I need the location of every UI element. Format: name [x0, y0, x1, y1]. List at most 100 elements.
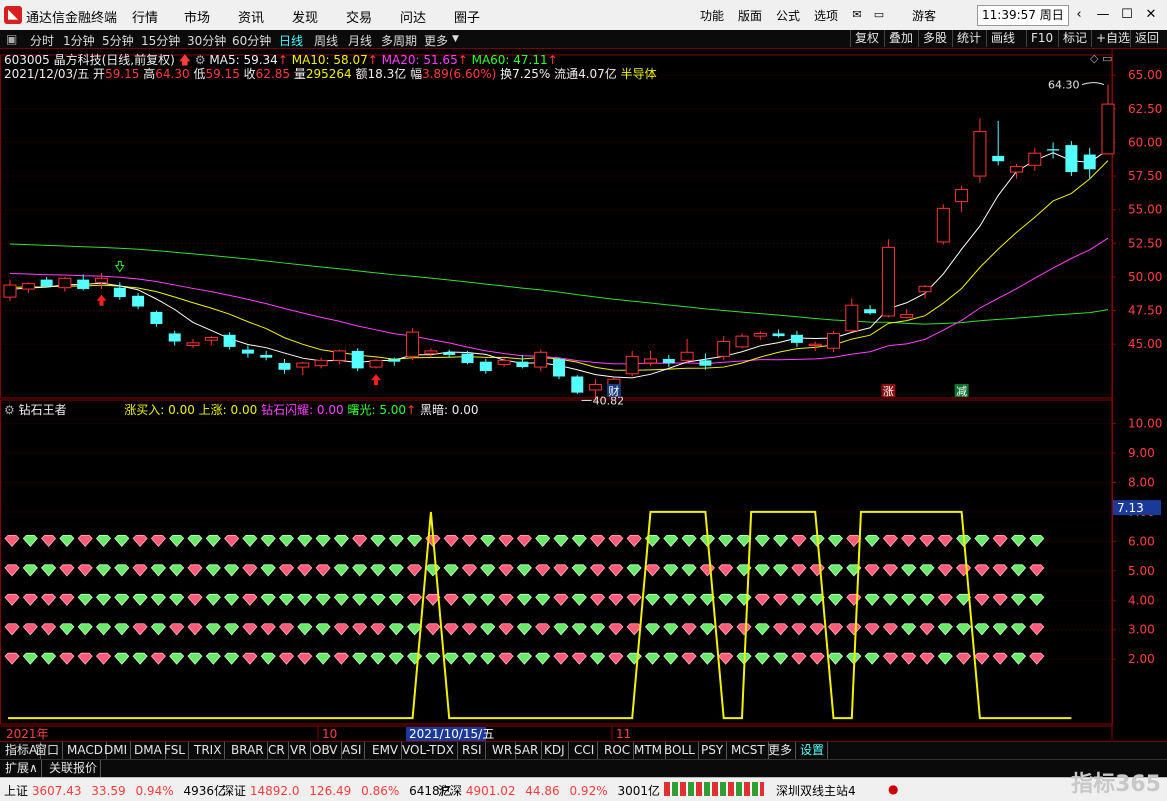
multi-stock-button[interactable]: 多股: [918, 30, 951, 47]
indicator-tab-24[interactable]: 更多: [765, 742, 797, 759]
candle-body-down: [168, 333, 181, 342]
back-button[interactable]: 返回: [1130, 30, 1163, 47]
green-diamond-icon: [315, 534, 331, 547]
tab-weekly[interactable]: 周线: [314, 32, 338, 49]
ind-tick-label: 2.00: [1128, 652, 1155, 666]
tab-60min[interactable]: 60分钟: [232, 32, 271, 49]
expand-button[interactable]: 扩展∧: [2, 760, 42, 777]
tab-fenshi[interactable]: 分时: [30, 32, 54, 49]
indicator-tab-18[interactable]: CCI: [571, 742, 599, 759]
tab-monthly[interactable]: 月线: [348, 32, 372, 49]
ind-tick-label: 3.00: [1128, 623, 1155, 637]
add-watchlist-button[interactable]: +自选: [1091, 30, 1134, 47]
menu-zixun[interactable]: 资讯: [238, 7, 264, 26]
indicator-name[interactable]: 钻石王者: [19, 403, 67, 417]
layout-toggle-icon[interactable]: ▣: [6, 32, 17, 46]
menu-hangqing[interactable]: 行情: [132, 7, 158, 26]
server-name[interactable]: 深圳双线主站4: [776, 782, 856, 799]
green-diamond-icon: [59, 623, 75, 636]
green-diamond-icon: [242, 534, 258, 547]
kline-chart[interactable]: 65.00 62.50 60.00 57.50 55.00 52.50 50.00 47.50…: [0, 49, 1167, 741]
sector-value[interactable]: 半导体: [621, 67, 657, 81]
back-icon[interactable]: ‹: [1068, 5, 1090, 25]
sz-index[interactable]: 深证 14892.0 126.49 0.86% 6418亿: [222, 782, 452, 799]
watermark-logo: 指标365: [1071, 766, 1161, 798]
red-diamond-icon: [224, 534, 240, 547]
mark-button[interactable]: 标记: [1058, 30, 1091, 47]
change-value: 3.89(6.60%): [422, 67, 497, 81]
minimize-icon[interactable]: —: [1092, 5, 1114, 25]
menu-jiaoyi[interactable]: 交易: [346, 7, 372, 26]
green-diamond-icon: [956, 623, 972, 636]
guest-label[interactable]: 游客: [912, 7, 936, 24]
draw-line-button[interactable]: 画线: [986, 30, 1019, 47]
menu-shichang[interactable]: 市场: [184, 7, 210, 26]
hs-index[interactable]: 沪深 4901.02 44.86 0.92% 3001亿: [438, 782, 660, 799]
menu-xuanxiang[interactable]: 选项: [814, 7, 838, 24]
green-diamond-icon: [864, 652, 880, 665]
red-diamond-icon: [681, 623, 697, 636]
overlay-button[interactable]: 叠加: [884, 30, 917, 47]
red-diamond-icon: [59, 564, 75, 577]
indicator-tab-3[interactable]: DMI: [101, 742, 132, 759]
indicator-tab-13[interactable]: VOL-TDX: [399, 742, 458, 759]
maximize-icon[interactable]: ☐: [1116, 5, 1138, 25]
indicator-tab-6[interactable]: TRIX: [191, 742, 226, 759]
indicator-tab-1[interactable]: 窗口: [32, 742, 64, 759]
candle-body-up: [644, 358, 657, 364]
indicator-tab-10[interactable]: OBV: [309, 742, 342, 759]
green-diamond-icon: [370, 534, 386, 547]
red-diamond-icon: [901, 534, 917, 547]
menu-gongshi[interactable]: 公式: [776, 7, 800, 24]
menu-quanzi[interactable]: 圈子: [454, 7, 480, 26]
message-icon[interactable]: ▭: [868, 5, 890, 25]
tab-5min[interactable]: 5分钟: [102, 32, 134, 49]
mail-icon[interactable]: ✉: [846, 5, 868, 25]
indicator-tab-19[interactable]: ROC: [601, 742, 635, 759]
indicator-tab-7[interactable]: BRAR: [228, 742, 268, 759]
indicator-tab-21[interactable]: BOLL: [661, 742, 699, 759]
red-diamond-icon: [498, 534, 514, 547]
indicator-tab-23[interactable]: MCST: [728, 742, 769, 759]
stats-button[interactable]: 统计: [952, 30, 985, 47]
related-quotes-button[interactable]: 关联报价: [46, 760, 102, 777]
tab-multi-period[interactable]: 多周期: [381, 32, 417, 49]
sh-index[interactable]: 上证 3607.43 33.59 0.94% 4936亿: [4, 782, 226, 799]
menu-gongneng[interactable]: 功能: [700, 7, 724, 24]
indicator-tab-17[interactable]: KDJ: [541, 742, 569, 759]
red-diamond-icon: [644, 564, 661, 577]
indicator-tab-9[interactable]: VR: [287, 742, 311, 759]
tab-1min[interactable]: 1分钟: [63, 32, 95, 49]
green-diamond-icon: [901, 593, 917, 606]
vol-label: 量: [293, 67, 306, 81]
tab-daily[interactable]: 日线: [279, 32, 303, 49]
indicator-tab-22[interactable]: PSY: [698, 742, 728, 759]
indicator-tab-12[interactable]: EMV: [369, 742, 403, 759]
indicator-settings-icon[interactable]: ⚙: [4, 403, 15, 417]
indicator-tab-5[interactable]: FSL: [161, 742, 189, 759]
close-icon[interactable]: ✕: [1140, 5, 1162, 25]
red-diamond-icon: [407, 564, 423, 577]
sz-label: 深证: [222, 784, 247, 798]
tab-30min[interactable]: 30分钟: [187, 32, 226, 49]
fuquan-button[interactable]: 复权: [850, 30, 883, 47]
indicator-tab-16[interactable]: SAR: [511, 742, 543, 759]
green-diamond-icon: [663, 623, 679, 636]
indicator-tab-14[interactable]: RSI: [459, 742, 486, 759]
green-diamond-icon: [718, 534, 734, 547]
ind-tick-label: 9.00: [1128, 446, 1155, 460]
more-chevron-icon[interactable]: ▼: [452, 34, 459, 44]
tab-15min[interactable]: 15分钟: [141, 32, 180, 49]
green-diamond-icon: [937, 652, 953, 665]
indicator-tab-25[interactable]: 设置: [797, 742, 829, 759]
menu-faxian[interactable]: 发现: [292, 7, 318, 26]
indicator-tab-11[interactable]: ASI: [339, 742, 366, 759]
green-diamond-icon: [1010, 564, 1027, 577]
menu-wenda[interactable]: 问达: [400, 7, 426, 26]
green-diamond-icon: [260, 534, 276, 547]
tab-more[interactable]: 更多: [424, 32, 448, 49]
red-diamond-icon: [809, 623, 825, 636]
menu-banmian[interactable]: 版面: [738, 7, 762, 24]
f10-button[interactable]: F10: [1026, 30, 1057, 47]
indicator-tab-8[interactable]: CR: [265, 742, 289, 759]
